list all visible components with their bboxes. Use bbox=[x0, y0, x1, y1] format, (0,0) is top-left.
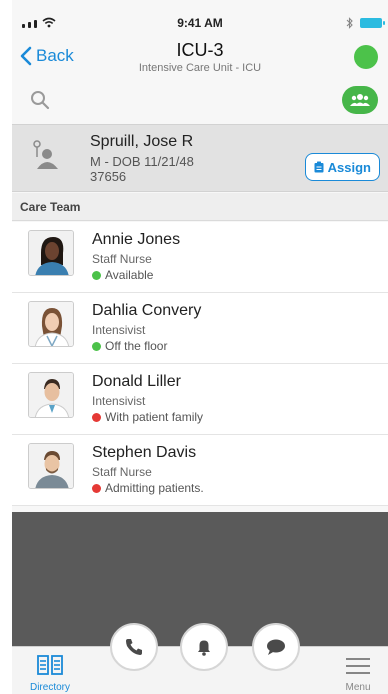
phone-icon bbox=[126, 639, 142, 655]
presence-status-indicator[interactable] bbox=[354, 45, 378, 69]
search-row bbox=[12, 84, 388, 122]
member-role: Intensivist bbox=[92, 323, 146, 337]
assign-button[interactable]: Assign bbox=[304, 153, 380, 181]
tab-menu-label: Menu bbox=[345, 682, 371, 693]
chat-bubble-icon bbox=[267, 639, 285, 655]
patient-dob: M - DOB 11/21/48 bbox=[90, 154, 194, 169]
member-name: Stephen Davis bbox=[92, 444, 197, 461]
patient-card[interactable]: Spruill, Jose R M - DOB 11/21/48 37656 A… bbox=[12, 124, 388, 192]
notification-button[interactable] bbox=[180, 623, 228, 671]
care-team-heading: Care Team bbox=[20, 200, 81, 214]
status-dot bbox=[92, 412, 101, 422]
status-bar: 9:41 AM bbox=[12, 0, 388, 42]
tab-menu[interactable]: Menu bbox=[336, 657, 380, 693]
bluetooth-icon bbox=[346, 17, 353, 29]
status-dot bbox=[92, 483, 101, 493]
member-status-text: Admitting patients. bbox=[105, 481, 204, 495]
member-name: Dahlia Convery bbox=[92, 302, 202, 319]
member-status: Available bbox=[92, 268, 153, 282]
member-status: Off the floor bbox=[92, 339, 167, 353]
patient-name: Spruill, Jose R bbox=[90, 133, 194, 150]
app-frame: 9:41 AM Back ICU-3 Intensive Care Unit -… bbox=[12, 0, 388, 694]
member-role: Intensivist bbox=[92, 394, 146, 408]
bell-icon bbox=[198, 640, 210, 656]
battery-icon bbox=[360, 18, 385, 28]
patient-id: 37656 bbox=[90, 169, 127, 184]
avatar bbox=[28, 230, 74, 276]
member-status: Admitting patients. bbox=[92, 481, 204, 495]
call-button[interactable] bbox=[110, 623, 158, 671]
tab-directory-label: Directory bbox=[29, 682, 70, 693]
directory-icon bbox=[37, 655, 63, 675]
patient-bed-icon bbox=[33, 140, 58, 169]
team-member-row[interactable]: Stephen Davis Staff Nurse Admitting pati… bbox=[12, 435, 388, 506]
member-role: Staff Nurse bbox=[92, 252, 152, 266]
member-status-text: With patient family bbox=[105, 410, 204, 424]
care-team-header: Care Team bbox=[12, 193, 388, 221]
avatar bbox=[28, 372, 74, 418]
team-member-row[interactable]: Annie Jones Staff Nurse Available bbox=[12, 222, 388, 293]
member-name: Donald Liller bbox=[92, 373, 181, 390]
message-button[interactable] bbox=[252, 623, 300, 671]
member-status-text: Off the floor bbox=[105, 339, 168, 353]
member-role: Staff Nurse bbox=[92, 465, 152, 479]
hamburger-menu-icon bbox=[346, 658, 370, 674]
page-title: ICU-3 bbox=[176, 40, 224, 60]
status-dot bbox=[92, 341, 101, 351]
care-team-list: Annie Jones Staff Nurse Available Dahlia… bbox=[12, 222, 388, 506]
tab-bar: Directory Menu bbox=[12, 623, 388, 694]
status-dot bbox=[92, 270, 101, 280]
status-time: 9:41 AM bbox=[177, 16, 223, 30]
group-chat-icon[interactable] bbox=[342, 86, 378, 114]
member-name: Annie Jones bbox=[92, 231, 181, 248]
assign-label: Assign bbox=[327, 159, 371, 175]
team-member-row[interactable]: Donald Liller Intensivist With patient f… bbox=[12, 364, 388, 435]
clipboard-icon bbox=[314, 161, 324, 173]
page-subtitle: Intensive Care Unit - ICU bbox=[138, 62, 262, 74]
avatar bbox=[28, 301, 74, 347]
search-icon[interactable] bbox=[30, 90, 50, 110]
tab-directory[interactable]: Directory bbox=[24, 655, 76, 693]
avatar bbox=[28, 443, 74, 489]
member-status-text: Available bbox=[105, 268, 154, 282]
member-status: With patient family bbox=[92, 410, 203, 424]
navigation-bar: Back ICU-3 Intensive Care Unit - ICU bbox=[12, 38, 388, 80]
team-member-row[interactable]: Dahlia Convery Intensivist Off the floor bbox=[12, 293, 388, 364]
